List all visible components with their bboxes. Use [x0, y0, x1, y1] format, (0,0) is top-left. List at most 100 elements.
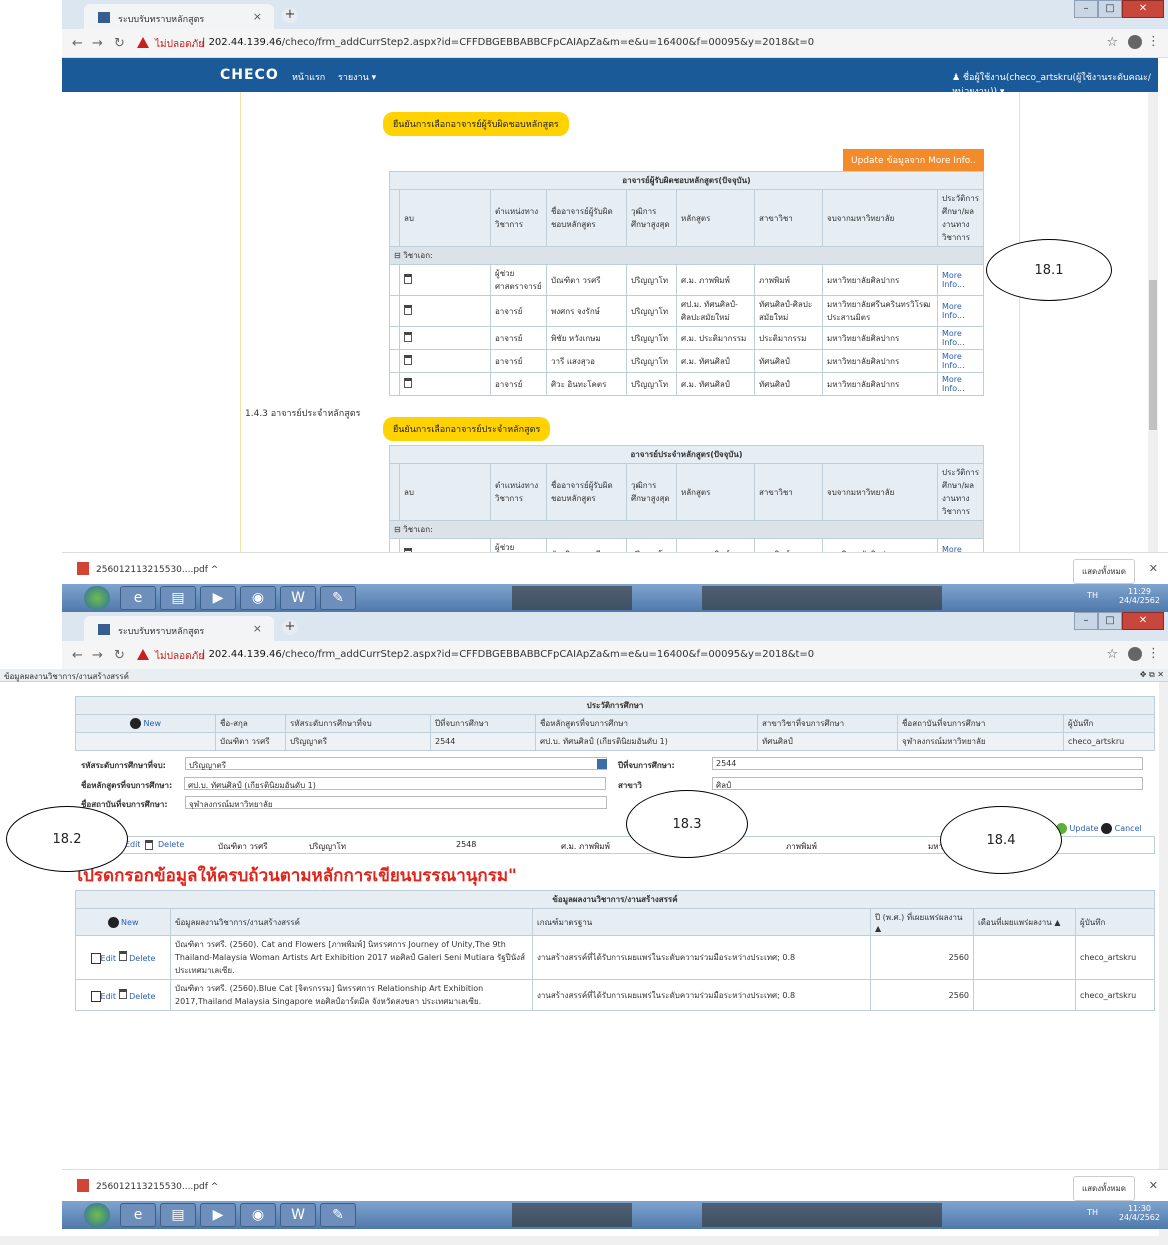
reload-icon[interactable]: ↻ — [114, 36, 125, 51]
new-tab-button[interactable]: + — [282, 8, 298, 23]
edit-button[interactable]: Edit — [101, 954, 117, 963]
nav-home[interactable]: หน้าแรก — [292, 70, 325, 84]
vertical-scrollbar[interactable] — [1159, 682, 1168, 1245]
url-field[interactable]: | 202.44.139.46/checo/frm_addCurrStep2.a… — [202, 649, 814, 660]
vertical-scrollbar[interactable] — [1148, 92, 1158, 552]
more-info-link[interactable]: More Info... — [937, 372, 984, 396]
paint-icon[interactable]: ✎ — [320, 586, 356, 610]
folder-icon[interactable]: ▤ — [160, 586, 196, 610]
maximize-button[interactable]: □ — [1098, 612, 1122, 630]
clock[interactable]: 11:29 24/4/2562 — [1119, 587, 1160, 605]
tab-close-icon[interactable]: × — [253, 622, 262, 635]
institution-input[interactable]: จุฬาลงกรณ์มหาวิทยาลัย — [185, 796, 607, 809]
back-icon[interactable]: ← — [72, 36, 83, 51]
major-input[interactable]: ศิลป์ — [712, 777, 1143, 790]
bookmark-star-icon[interactable]: ☆ — [1106, 35, 1118, 50]
add-icon[interactable] — [107, 916, 119, 928]
close-window-button[interactable]: ✕ — [1122, 612, 1164, 630]
word-icon[interactable]: W — [280, 586, 316, 610]
start-button[interactable] — [84, 1203, 110, 1227]
more-info-link[interactable]: More Info... — [937, 349, 984, 373]
download-item[interactable]: 256012113215530....pdf ^ — [96, 1182, 218, 1192]
trash-icon[interactable] — [118, 988, 127, 999]
more-info-link[interactable]: More Info... — [937, 264, 984, 296]
new-work-button[interactable]: New — [121, 918, 138, 927]
close-download-bar-icon[interactable]: ✕ — [1149, 562, 1158, 575]
cancel-icon[interactable] — [1101, 823, 1113, 834]
new-education-button[interactable]: New — [144, 719, 161, 728]
edit-button[interactable]: Edit — [101, 992, 117, 1001]
close-download-bar-icon[interactable]: ✕ — [1149, 1179, 1158, 1192]
browser-tab[interactable]: ระบบรับทราบหลักสูตร × — [84, 4, 274, 29]
url-field[interactable]: | 202.44.139.46/checo/frm_addCurrStep2.a… — [202, 37, 814, 48]
more-info-link[interactable]: More Info... — [937, 295, 984, 327]
minimize-button[interactable]: – — [1074, 612, 1098, 630]
account-icon[interactable] — [1128, 35, 1142, 49]
forward-icon[interactable]: → — [92, 648, 103, 663]
checo-logo[interactable]: CHECO — [220, 67, 279, 83]
trash-icon[interactable] — [145, 840, 153, 850]
maximize-button[interactable]: □ — [1098, 0, 1122, 18]
show-all-button[interactable]: แสดงทั้งหมด — [1072, 1176, 1135, 1201]
horizontal-scrollbar[interactable] — [0, 1236, 1168, 1245]
confirm-lecturers-button[interactable]: ยืนยันการเลือกอาจารย์ประจำหลักสูตร — [383, 417, 551, 441]
menu-more-icon[interactable]: ⋮ — [1147, 646, 1160, 661]
delete-button[interactable]: Delete — [129, 954, 155, 963]
year-input[interactable]: 2544 — [712, 757, 1143, 770]
language-indicator[interactable]: TH — [1087, 591, 1098, 600]
confirm-advisors-button[interactable]: ยืนยันการเลือกอาจารย์ผู้รับผิดชอบหลักสูต… — [383, 112, 569, 136]
close-window-button[interactable]: ✕ — [1122, 0, 1164, 18]
language-indicator[interactable]: TH — [1087, 1208, 1098, 1217]
course-input[interactable]: ศป.บ. ทัศนศิลป์ (เกียรตินิยมอันดับ 1) — [184, 777, 606, 790]
ie-icon[interactable]: e — [120, 1203, 156, 1227]
add-icon[interactable] — [130, 718, 141, 729]
reload-icon[interactable]: ↻ — [114, 648, 125, 663]
ie-icon[interactable]: e — [120, 586, 156, 610]
browser-tab[interactable]: ระบบรับทราบหลักสูตร × — [84, 616, 274, 641]
show-all-button[interactable]: แสดงทั้งหมด — [1072, 559, 1135, 584]
paint-icon[interactable]: ✎ — [320, 1203, 356, 1227]
trash-icon[interactable] — [404, 355, 412, 365]
dialog-controls-icon[interactable]: ✥ ⧉ ✕ — [1140, 670, 1164, 680]
dropdown-arrow-icon[interactable] — [597, 759, 607, 769]
clock[interactable]: 11:30 24/4/2562 — [1119, 1204, 1160, 1222]
trash-icon[interactable] — [404, 332, 412, 342]
more-info-link[interactable]: More Info... — [937, 538, 984, 552]
account-icon[interactable] — [1128, 647, 1142, 661]
trash-icon[interactable] — [404, 305, 412, 315]
bookmark-star-icon[interactable]: ☆ — [1106, 647, 1118, 662]
sort-year-header[interactable]: ปี (พ.ศ.) ที่เผยแพร่ผลงาน ▲ — [870, 908, 974, 936]
nav-report[interactable]: รายงาน ▾ — [338, 70, 376, 84]
update-button[interactable]: Update — [1070, 824, 1099, 833]
group-major[interactable]: ⊟ วิชาเอก: — [389, 246, 984, 265]
update-more-info-button[interactable]: Update ข้อมูลจาก More Info.. — [843, 149, 984, 171]
new-tab-button[interactable]: + — [282, 620, 298, 635]
delete-button[interactable]: Delete — [158, 840, 184, 849]
scroll-thumb[interactable] — [1149, 280, 1157, 430]
chrome-icon[interactable]: ◉ — [240, 1203, 276, 1227]
trash-icon[interactable] — [404, 378, 412, 388]
cancel-button[interactable]: Cancel — [1115, 824, 1142, 833]
sort-month-header[interactable]: เดือนที่เผยแพร่ผลงาน ▲ — [973, 908, 1076, 936]
chrome-icon[interactable]: ◉ — [240, 586, 276, 610]
delete-button[interactable]: Delete — [129, 992, 155, 1001]
level-select[interactable]: ปริญญาตรี — [185, 757, 607, 770]
media-icon[interactable]: ▶ — [200, 1203, 236, 1227]
word-icon[interactable]: W — [280, 1203, 316, 1227]
group-major[interactable]: ⊟ วิชาเอก: — [389, 520, 984, 539]
minimize-button[interactable]: – — [1074, 0, 1098, 18]
more-info-link[interactable]: More Info... — [937, 326, 984, 350]
trash-icon[interactable] — [118, 951, 127, 961]
forward-icon[interactable]: → — [92, 36, 103, 51]
media-icon[interactable]: ▶ — [200, 586, 236, 610]
folder-icon[interactable]: ▤ — [160, 1203, 196, 1227]
back-icon[interactable]: ← — [72, 648, 83, 663]
insecure-label[interactable]: ไม่ปลอดภัย — [155, 37, 204, 52]
start-button[interactable] — [84, 586, 110, 610]
edit-icon[interactable] — [90, 953, 101, 964]
trash-icon[interactable] — [404, 274, 412, 284]
edit-icon[interactable] — [90, 990, 101, 1002]
download-item[interactable]: 256012113215530....pdf ^ — [96, 565, 218, 575]
menu-more-icon[interactable]: ⋮ — [1147, 34, 1160, 49]
tab-close-icon[interactable]: × — [253, 10, 262, 23]
